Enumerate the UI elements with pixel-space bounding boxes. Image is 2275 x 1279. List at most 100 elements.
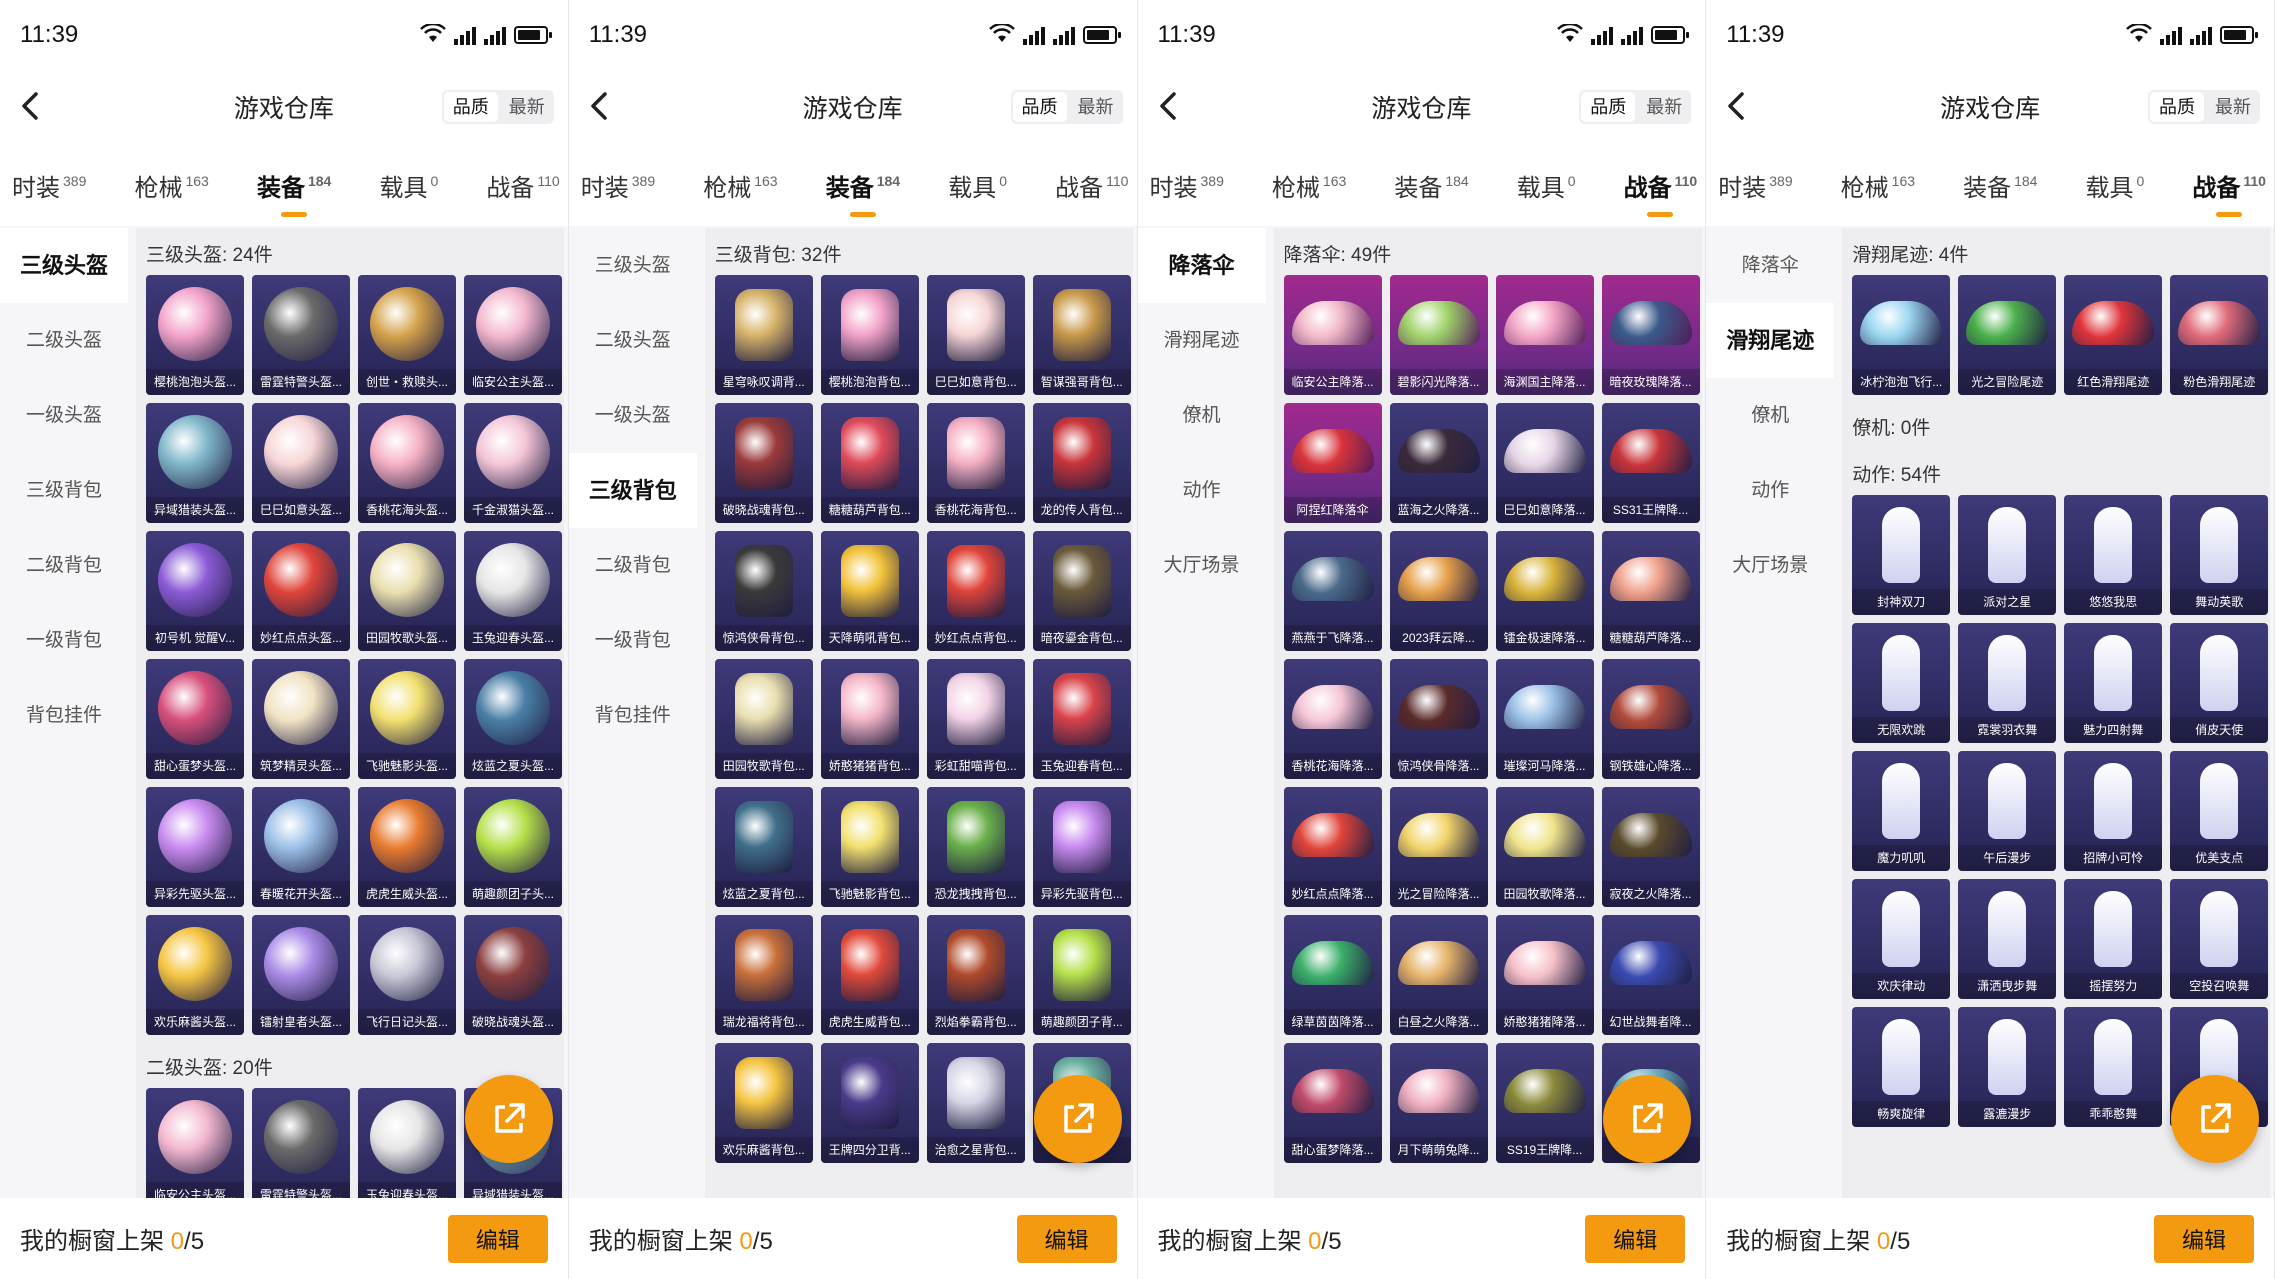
item-card[interactable]: 异彩先驱头盔... — [146, 787, 244, 907]
sidebar-item-滑翔尾迹[interactable]: 滑翔尾迹 — [1706, 303, 1835, 378]
item-card[interactable]: 飞驰魅影头盔... — [358, 659, 456, 779]
tab-载具[interactable]: 载具 0 — [948, 168, 1007, 203]
item-card[interactable]: 糖糖葫芦背包... — [820, 403, 919, 523]
edit-button[interactable]: 编辑 — [1585, 1214, 1686, 1263]
item-card[interactable]: 妙红点点降落... — [1283, 787, 1382, 907]
sidebar-item-滑翔尾迹[interactable]: 滑翔尾迹 — [1138, 303, 1266, 378]
item-card[interactable]: 雷霆特警头盔... — [252, 1088, 350, 1198]
share-fab-button[interactable] — [1033, 1075, 1122, 1163]
item-card[interactable]: 镭金极速降落... — [1495, 531, 1594, 651]
item-card[interactable]: 寂夜之火降落... — [1601, 787, 1700, 907]
sort-option-quality[interactable]: 品质 — [1012, 92, 1067, 122]
tab-载具[interactable]: 载具 0 — [2086, 168, 2145, 203]
item-card[interactable]: 龙的传人背包... — [1032, 403, 1131, 523]
tab-时装[interactable]: 时装 389 — [1150, 168, 1224, 203]
item-card[interactable]: 玉兔迎春头盔... — [358, 1088, 456, 1198]
item-card[interactable]: 田园牧歌背包... — [714, 659, 813, 779]
item-card[interactable]: 魅力四射舞 — [2064, 623, 2163, 743]
item-card[interactable]: 暗夜玫瑰降落... — [1601, 275, 1700, 395]
sidebar-item-背包挂件[interactable]: 背包挂件 — [569, 678, 697, 753]
item-card[interactable]: 糖糖葫芦降落... — [1601, 531, 1700, 651]
item-card[interactable]: 春暖花开头盔... — [252, 787, 350, 907]
item-card[interactable]: 甜心蛋梦降落... — [1283, 1043, 1382, 1163]
item-card[interactable]: 萌趣颜团子背... — [1032, 915, 1131, 1035]
item-card[interactable]: 乖乖憨舞 — [2064, 1007, 2163, 1127]
sidebar-item-大厅场景[interactable]: 大厅场景 — [1138, 528, 1266, 603]
item-card[interactable]: SS31王牌降... — [1601, 403, 1700, 523]
tab-装备[interactable]: 装备 184 — [826, 168, 900, 203]
item-card[interactable]: 2023拜云降... — [1389, 531, 1488, 651]
back-button[interactable] — [581, 88, 617, 124]
item-card[interactable]: 香桃花海背包... — [926, 403, 1025, 523]
item-card[interactable]: 破晓战魂头盔... — [464, 915, 562, 1035]
item-card[interactable]: 镭射皇者头盔... — [252, 915, 350, 1035]
share-fab-button[interactable] — [465, 1075, 553, 1163]
item-card[interactable]: 临安公主降落... — [1283, 275, 1382, 395]
back-button[interactable] — [1718, 88, 1754, 124]
item-card[interactable]: 阿捏红降落伞 — [1283, 403, 1382, 523]
sidebar-item-三级头盔[interactable]: 三级头盔 — [0, 228, 128, 303]
item-card[interactable]: 霓裳羽衣舞 — [1958, 623, 2057, 743]
item-card[interactable]: 娇憨猪猪背包... — [820, 659, 919, 779]
tab-战备[interactable]: 战备 110 — [486, 168, 559, 203]
item-card[interactable]: 虎虎生威头盔... — [358, 787, 456, 907]
item-card[interactable]: 钢铁雄心降落... — [1601, 659, 1700, 779]
back-button[interactable] — [1150, 88, 1186, 124]
item-card[interactable]: 甜心蛋梦头盔... — [146, 659, 244, 779]
item-card[interactable]: 欢乐麻酱背包... — [714, 1043, 813, 1163]
sort-option-quality[interactable]: 品质 — [2150, 92, 2204, 122]
item-card[interactable]: 白昼之火降落... — [1389, 915, 1488, 1035]
tab-载具[interactable]: 载具 0 — [379, 168, 438, 203]
item-card[interactable]: 燕燕于飞降落... — [1283, 531, 1382, 651]
item-card[interactable]: 千金淑猫头盔... — [464, 403, 562, 523]
sort-toggle[interactable]: 品质 最新 — [1010, 90, 1123, 124]
tab-时装[interactable]: 时装 389 — [12, 168, 86, 203]
sidebar-item-一级头盔[interactable]: 一级头盔 — [0, 378, 128, 453]
tab-枪械[interactable]: 枪械 163 — [134, 168, 208, 203]
item-card[interactable]: 巳巳如意头盔... — [252, 403, 350, 523]
item-card[interactable]: 碧影闪光降落... — [1389, 275, 1488, 395]
item-card[interactable]: 异彩先驱背包... — [1032, 787, 1131, 907]
item-card[interactable]: 创世・救赎头... — [358, 275, 456, 395]
item-card[interactable]: 炫蓝之夏头盔... — [464, 659, 562, 779]
sort-toggle[interactable]: 品质 最新 — [1579, 90, 1692, 124]
sidebar-item-僚机[interactable]: 僚机 — [1138, 378, 1266, 453]
sidebar-item-二级背包[interactable]: 二级背包 — [0, 528, 128, 603]
item-card[interactable]: SS19王牌降... — [1495, 1043, 1594, 1163]
item-card[interactable]: 飞行日记头盔... — [358, 915, 456, 1035]
item-card[interactable]: 智谋强哥背包... — [1032, 275, 1131, 395]
item-card[interactable]: 香桃花海降落... — [1283, 659, 1382, 779]
sort-option-latest[interactable]: 最新 — [500, 90, 554, 124]
sidebar-item-三级背包[interactable]: 三级背包 — [0, 453, 128, 528]
tab-装备[interactable]: 装备 184 — [257, 168, 331, 203]
sort-option-latest[interactable]: 最新 — [1637, 90, 1691, 124]
tab-装备[interactable]: 装备 184 — [1963, 168, 2037, 203]
sidebar-item-一级头盔[interactable]: 一级头盔 — [569, 378, 697, 453]
item-card[interactable]: 临安公主头盔... — [146, 1088, 244, 1198]
sort-toggle[interactable]: 品质 最新 — [2148, 90, 2260, 124]
item-card[interactable]: 破晓战魂背包... — [714, 403, 813, 523]
item-card[interactable]: 田园牧歌头盔... — [358, 531, 456, 651]
sort-toggle[interactable]: 品质 最新 — [441, 90, 554, 124]
item-card[interactable]: 恐龙拽拽背包... — [926, 787, 1025, 907]
item-card[interactable]: 俏皮天使 — [2170, 623, 2269, 743]
sidebar-item-二级头盔[interactable]: 二级头盔 — [569, 303, 697, 378]
item-card[interactable]: 蓝海之火降落... — [1389, 403, 1488, 523]
sort-option-latest[interactable]: 最新 — [1069, 90, 1123, 124]
item-card[interactable]: 天降萌吼背包... — [820, 531, 919, 651]
item-card[interactable]: 瑞龙福将背包... — [714, 915, 813, 1035]
edit-button[interactable]: 编辑 — [1016, 1214, 1117, 1263]
item-card[interactable]: 玉兔迎春背包... — [1032, 659, 1131, 779]
item-card[interactable]: 幻世战舞者降... — [1601, 915, 1700, 1035]
sidebar-item-僚机[interactable]: 僚机 — [1706, 378, 1834, 453]
item-card[interactable]: 樱桃泡泡背包... — [820, 275, 919, 395]
item-card[interactable]: 虎虎生威背包... — [820, 915, 919, 1035]
share-fab-button[interactable] — [1602, 1075, 1691, 1163]
sort-option-quality[interactable]: 品质 — [1581, 92, 1636, 122]
item-card[interactable]: 招牌小可怜 — [2064, 751, 2163, 871]
item-card[interactable]: 欢乐麻酱头盔... — [146, 915, 244, 1035]
item-card[interactable]: 派对之星 — [1958, 495, 2057, 615]
sidebar-item-降落伞[interactable]: 降落伞 — [1137, 228, 1266, 303]
tab-战备[interactable]: 战备 110 — [1624, 168, 1698, 203]
item-card[interactable]: 月下萌萌兔降... — [1389, 1043, 1488, 1163]
